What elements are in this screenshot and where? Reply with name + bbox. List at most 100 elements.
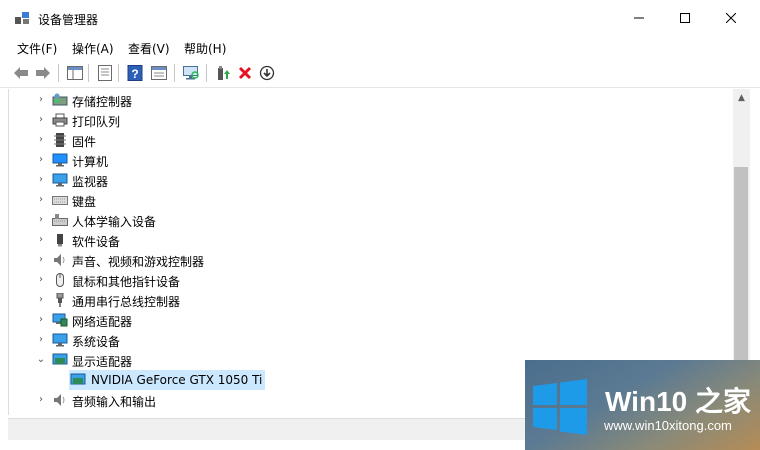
forward-button[interactable] xyxy=(34,64,52,82)
tree-item-label: 鼠标和其他指针设备 xyxy=(72,275,181,289)
properties-icon xyxy=(98,65,112,81)
tree-item-label: 音频输入和输出 xyxy=(72,395,157,409)
tree-item-firmware[interactable]: › 固件 xyxy=(9,130,737,150)
tree-item-label: 监视器 xyxy=(72,175,109,189)
toolbar-separator xyxy=(118,64,119,82)
menu-help[interactable]: 帮助(H) xyxy=(184,40,226,57)
scan-hardware-icon xyxy=(183,66,199,80)
show-hide-tree-icon xyxy=(67,66,83,80)
view-icon xyxy=(151,66,167,80)
view-button[interactable] xyxy=(150,64,168,82)
minimize-button[interactable] xyxy=(616,0,662,36)
chevron-right-icon[interactable]: › xyxy=(36,274,46,286)
tree-item-system-devices[interactable]: › 系统设备 xyxy=(9,330,737,350)
chevron-right-icon[interactable]: › xyxy=(36,394,46,406)
tree-item-label: 网络适配器 xyxy=(72,315,133,329)
tree-item-keyboards[interactable]: › 键盘 xyxy=(9,190,737,210)
display-adapter-icon xyxy=(70,373,86,385)
tree-item-label: 人体学输入设备 xyxy=(72,215,157,229)
back-arrow-icon xyxy=(14,67,28,79)
audio-io-icon xyxy=(54,394,65,406)
tree-item-software-devices[interactable]: › 软件设备 xyxy=(9,230,737,250)
toolbar: ? xyxy=(0,58,760,88)
chevron-down-icon[interactable]: ⌄ xyxy=(36,354,46,366)
chevron-right-icon[interactable]: › xyxy=(36,314,46,326)
tree-item-label: NVIDIA GeForce GTX 1050 Ti xyxy=(91,373,263,387)
tree-item-label: 键盘 xyxy=(72,195,97,209)
tree-item-label: 存储控制器 xyxy=(72,95,133,109)
toolbar-separator xyxy=(174,64,175,82)
storage-controller-icon xyxy=(52,93,68,106)
firmware-icon xyxy=(54,133,66,147)
title-bar: 设备管理器 xyxy=(0,0,760,36)
windows-logo-icon xyxy=(533,379,587,435)
software-device-icon xyxy=(57,234,63,247)
chevron-right-icon[interactable]: › xyxy=(36,154,46,166)
tree-item-print-queues[interactable]: › 打印队列 xyxy=(9,110,737,130)
keyboard-icon xyxy=(52,196,68,205)
tree-item-storage-controllers[interactable]: › 存储控制器 xyxy=(9,90,737,110)
device-manager-app-icon xyxy=(15,12,29,24)
tree-item-label: 显示适配器 xyxy=(72,355,133,369)
usb-icon xyxy=(56,293,64,307)
monitor-icon xyxy=(52,173,68,187)
forward-arrow-icon xyxy=(36,67,50,79)
window-title: 设备管理器 xyxy=(38,13,99,27)
tree-item-mice[interactable]: › 鼠标和其他指针设备 xyxy=(9,270,737,290)
watermark-banner: Win10 之家 www.win10xitong.com xyxy=(525,360,760,450)
show-hide-tree-button[interactable] xyxy=(66,64,84,82)
update-driver-button[interactable] xyxy=(214,64,232,82)
chevron-right-icon[interactable]: › xyxy=(36,234,46,246)
uninstall-button[interactable] xyxy=(236,64,254,82)
menu-action[interactable]: 操作(A) xyxy=(72,40,114,57)
chevron-right-icon[interactable]: › xyxy=(36,294,46,306)
tree-item-computer[interactable]: › 计算机 xyxy=(9,150,737,170)
maximize-button[interactable] xyxy=(662,0,708,36)
toolbar-separator xyxy=(58,64,59,82)
tree-item-sound-video-game[interactable]: › 声音、视频和游戏控制器 xyxy=(9,250,737,270)
hid-icon xyxy=(52,214,68,226)
network-adapter-icon xyxy=(52,313,68,327)
printer-icon xyxy=(52,113,68,127)
help-icon: ? xyxy=(127,65,143,81)
tree-item-network-adapters[interactable]: › 网络适配器 xyxy=(9,310,737,330)
tree-item-label: 固件 xyxy=(72,135,97,149)
computer-icon xyxy=(52,153,68,167)
update-driver-icon xyxy=(218,66,230,80)
toolbar-separator xyxy=(206,64,207,82)
tree-item-label: 系统设备 xyxy=(72,335,121,349)
scroll-up-button[interactable]: ▲ xyxy=(733,89,750,106)
chevron-right-icon[interactable]: › xyxy=(36,134,46,146)
chevron-right-icon[interactable]: › xyxy=(36,94,46,106)
maximize-icon xyxy=(680,13,690,23)
chevron-right-icon[interactable]: › xyxy=(36,114,46,126)
menu-file[interactable]: 文件(F) xyxy=(17,40,57,57)
watermark-url: www.win10xitong.com xyxy=(604,418,732,433)
help-button[interactable]: ? xyxy=(126,64,144,82)
disable-device-button[interactable] xyxy=(258,64,276,82)
display-adapter-icon xyxy=(52,353,68,365)
disable-device-icon xyxy=(259,65,275,81)
tree-item-usb-controllers[interactable]: › 通用串行总线控制器 xyxy=(9,290,737,310)
tree-item-monitors[interactable]: › 监视器 xyxy=(9,170,737,190)
speaker-icon xyxy=(54,254,65,266)
properties-button[interactable] xyxy=(96,64,114,82)
toolbar-separator xyxy=(88,64,89,82)
status-bar xyxy=(8,418,525,440)
system-device-icon xyxy=(52,333,68,347)
back-button[interactable] xyxy=(12,64,30,82)
uninstall-icon xyxy=(238,66,252,80)
chevron-right-icon[interactable]: › xyxy=(36,194,46,206)
minimize-icon xyxy=(634,17,644,19)
tree-item-label: 计算机 xyxy=(72,155,109,169)
chevron-right-icon[interactable]: › xyxy=(36,334,46,346)
chevron-right-icon[interactable]: › xyxy=(36,174,46,186)
scan-hardware-button[interactable] xyxy=(182,64,200,82)
tree-item-hid[interactable]: › 人体学输入设备 xyxy=(9,210,737,230)
close-button[interactable] xyxy=(708,0,754,36)
chevron-right-icon[interactable]: › xyxy=(36,254,46,266)
tree-item-label: 软件设备 xyxy=(72,235,121,249)
chevron-right-icon[interactable]: › xyxy=(36,214,46,226)
menu-view[interactable]: 查看(V) xyxy=(128,40,170,57)
tree-item-label: 打印队列 xyxy=(72,115,121,129)
